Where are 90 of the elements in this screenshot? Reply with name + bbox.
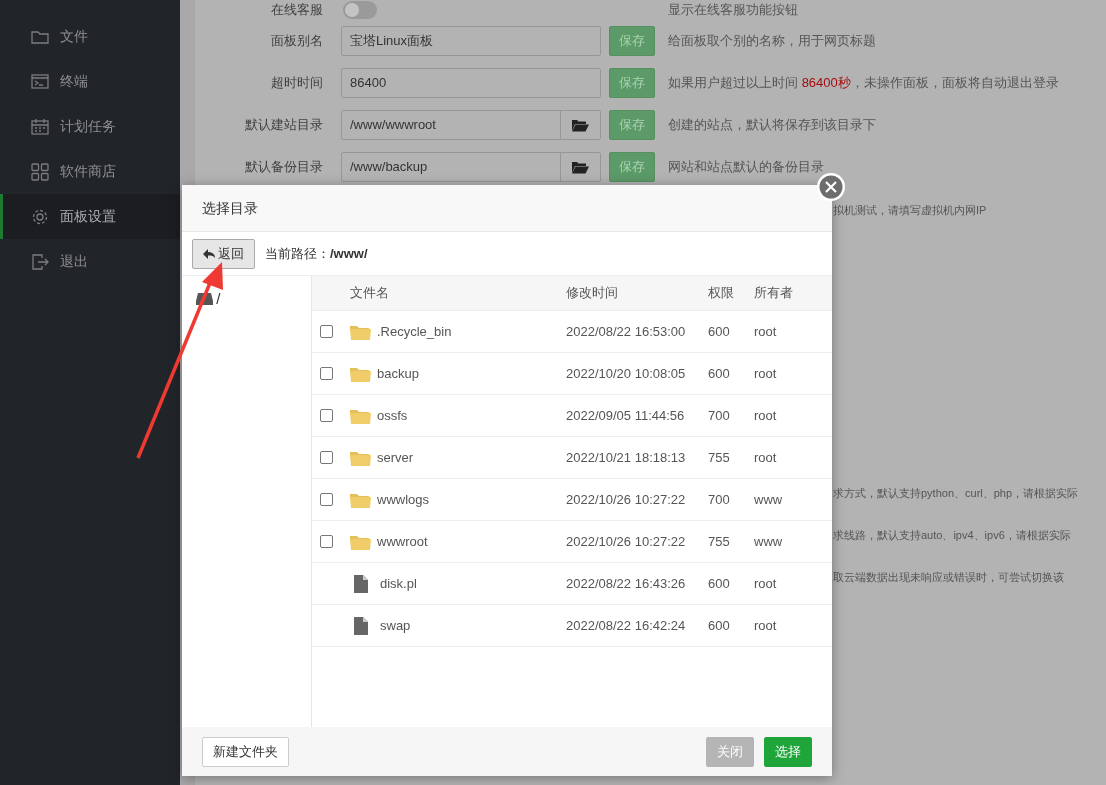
logout-icon <box>30 251 50 272</box>
column-header: 所有者 <box>754 284 794 303</box>
field-description: 取云端数据出现未响应或错误时，可尝试切换该 <box>833 570 1064 585</box>
checkbox[interactable] <box>320 493 333 506</box>
folder-icon <box>350 407 371 424</box>
field-label: 在线客服 <box>270 1 324 20</box>
table-cell-text: root <box>754 616 778 635</box>
checkbox[interactable] <box>320 535 333 548</box>
table-cell-text: 2022/10/21 18:18:13 <box>566 448 687 467</box>
tree-item[interactable]: / <box>196 288 311 311</box>
sidebar-item[interactable]: 终端 <box>0 59 180 104</box>
folder-open-icon <box>572 160 589 174</box>
field-description: 创建的站点，默认将保存到该目录下 <box>668 116 876 135</box>
table-cell-text: 755 <box>708 448 731 467</box>
field-description: 拟机测试，请填写虚拟机内网IP <box>833 203 987 218</box>
table-cell: disk.pl <box>350 573 566 594</box>
folder-icon <box>350 533 371 550</box>
back-arrow-icon <box>203 248 215 259</box>
table-cell: wwwroot <box>350 531 566 552</box>
folder-icon <box>350 491 371 508</box>
input-field[interactable]: /www/wwwroot <box>341 110 601 140</box>
table-cell-text: root <box>754 448 778 467</box>
sidebar-item[interactable]: 文件 <box>0 14 180 59</box>
table-cell: wwwlogs <box>350 489 566 510</box>
table-cell-text: 600 <box>708 574 731 593</box>
table-cell-text: root <box>754 322 778 341</box>
field-description: 显示在线客服功能按钮 <box>668 1 798 20</box>
input-field[interactable]: /www/backup <box>341 152 601 182</box>
toggle-switch[interactable] <box>343 1 377 19</box>
select-button[interactable]: 选择 <box>764 736 812 767</box>
table-cell-text: root <box>754 574 778 593</box>
table-cell-text: 700 <box>708 406 731 425</box>
field-description: 求方式，默认支持python、curl、php，请根据实际 <box>833 486 1079 501</box>
column-header: 权限 <box>708 284 735 303</box>
field-label: 超时时间 <box>270 74 324 93</box>
file-icon <box>354 616 368 635</box>
field-description: 网站和站点默认的备份目录 <box>668 158 824 177</box>
table-cell: .Recycle_bin <box>350 321 566 342</box>
sidebar-item[interactable]: 退出 <box>0 239 180 284</box>
folder-icon <box>350 323 371 340</box>
grid-icon <box>30 161 50 182</box>
field-label: 默认建站目录 <box>244 116 324 135</box>
table-cell-text: 600 <box>708 616 731 635</box>
table-cell: swap <box>350 615 566 636</box>
folder-icon <box>350 365 371 382</box>
table-cell-text: root <box>754 364 778 383</box>
field-description: 如果用户超过以上时间 86400秒，未操作面板，面板将自动退出登录 <box>668 74 1059 93</box>
table-cell-text: 2022/10/20 10:08:05 <box>566 364 687 383</box>
table-cell-text: 2022/08/22 16:53:00 <box>566 322 687 341</box>
table-cell-text: 600 <box>708 322 731 341</box>
checkbox[interactable] <box>320 367 333 380</box>
drive-icon <box>196 293 213 306</box>
table-cell-text: 600 <box>708 364 731 383</box>
table-cell: backup <box>350 363 566 384</box>
table-cell-text: 2022/10/26 10:27:22 <box>566 532 687 551</box>
terminal-icon <box>30 71 50 92</box>
close-icon[interactable] <box>816 172 846 202</box>
column-header: 文件名 <box>350 284 390 303</box>
table-cell-text: 2022/10/26 10:27:22 <box>566 490 687 509</box>
table-cell-text: 2022/08/22 16:42:24 <box>566 616 687 635</box>
table-cell: server <box>350 447 566 468</box>
new-folder-button[interactable]: 新建文件夹 <box>202 736 289 767</box>
column-header: 修改时间 <box>566 284 619 303</box>
table-cell-text: 2022/09/05 11:44:56 <box>566 406 686 425</box>
table-cell-text: root <box>754 406 778 425</box>
checkbox[interactable] <box>320 325 333 338</box>
table-cell: ossfs <box>350 405 566 426</box>
checkbox[interactable] <box>320 409 333 422</box>
current-path: 当前路径：/www/ <box>265 244 368 263</box>
checkbox[interactable] <box>320 451 333 464</box>
folder-icon <box>350 449 371 466</box>
field-label: 默认备份目录 <box>244 158 324 177</box>
sidebar-item[interactable]: 面板设置 <box>0 194 180 239</box>
back-button[interactable]: 返回 <box>192 238 255 269</box>
field-description: 求线路，默认支持auto、ipv4、ipv6，请根据实际 <box>833 528 1071 543</box>
table-cell-text: 700 <box>708 490 731 509</box>
input-field[interactable]: 宝塔Linux面板 <box>341 26 601 56</box>
field-description: 给面板取个别的名称，用于网页标题 <box>668 32 876 51</box>
input-field[interactable]: 86400 <box>341 68 601 98</box>
folder-open-icon <box>572 118 589 132</box>
sidebar-item[interactable]: 计划任务 <box>0 104 180 149</box>
file-icon <box>354 574 368 593</box>
sidebar-item[interactable]: 软件商店 <box>0 149 180 194</box>
table-cell-text: www <box>754 532 784 551</box>
table-cell-text: 755 <box>708 532 731 551</box>
table-cell-text: 2022/08/22 16:43:26 <box>566 574 687 593</box>
field-label: 面板别名 <box>270 32 324 51</box>
table-cell-text: www <box>754 490 784 509</box>
dialog-title: 选择目录 <box>182 185 832 232</box>
calendar-icon <box>30 116 50 137</box>
